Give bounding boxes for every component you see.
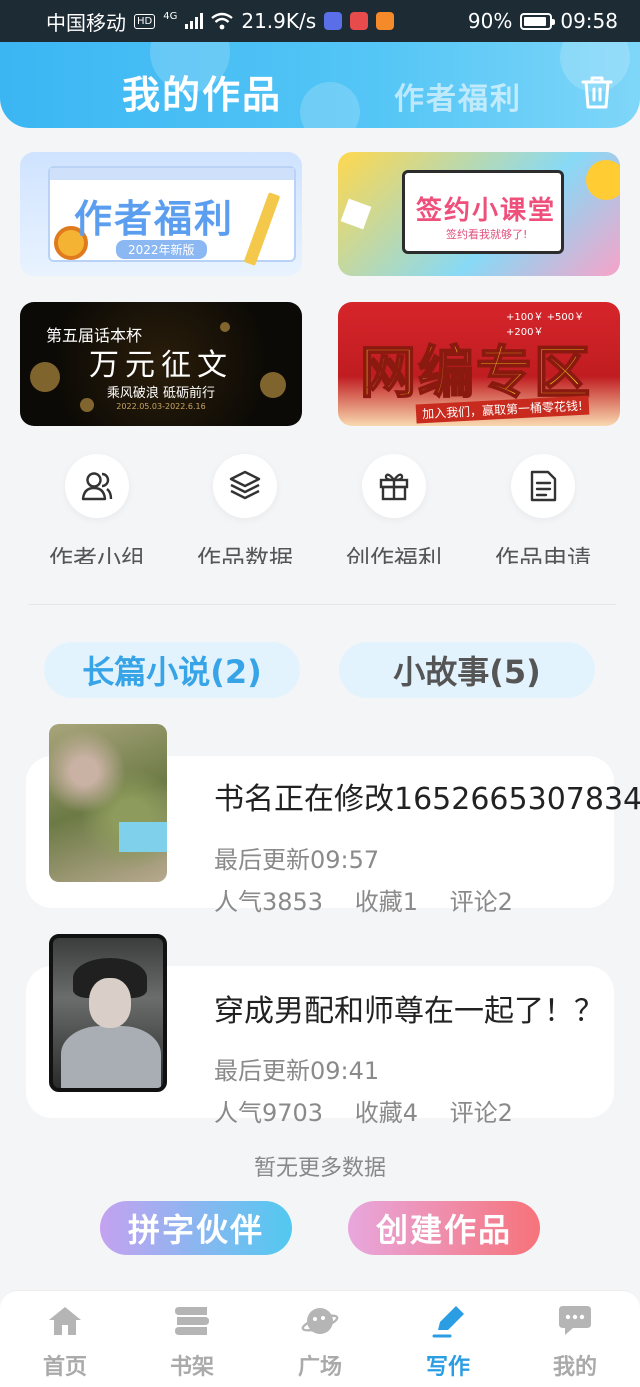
work-stats: 人气3853 收藏1 评论2 bbox=[214, 882, 537, 917]
work-stats: 人气9703 收藏4 评论2 bbox=[214, 1093, 537, 1128]
network-type: 4G bbox=[163, 10, 178, 22]
banner-writing-contest[interactable]: 第五届话本杯 万元征文 乘风破浪 砥砺前行 2022.05.03-2022.6.… bbox=[20, 302, 302, 426]
shortcut-work-data[interactable]: 作品数据 bbox=[185, 454, 305, 564]
mall-app-icon bbox=[350, 12, 369, 30]
tab-short-story[interactable]: 小故事(5) bbox=[339, 642, 595, 698]
banner-title: 作者福利 bbox=[74, 197, 235, 241]
banner-title: 签约小课堂 bbox=[416, 196, 557, 226]
video-app-icon bbox=[376, 12, 395, 30]
banner-subtitle: 签约看我就够了! bbox=[446, 228, 528, 241]
layers-icon bbox=[229, 470, 261, 500]
writing-partner-button[interactable]: 拼字伙伴 bbox=[100, 1201, 292, 1255]
banner-author-welfare[interactable]: 作者福利 2022年新版 bbox=[20, 152, 302, 276]
banner-editor-zone[interactable]: +100￥ +500￥ +200￥ 网编专区 加入我们，赢取第一桶零花钱! bbox=[338, 302, 620, 426]
page-title: 我的作品 bbox=[122, 73, 283, 117]
nav-label: 我的 bbox=[552, 1355, 597, 1380]
banner-signing-class[interactable]: 签约小课堂 签约看我就够了! bbox=[338, 152, 620, 276]
pen-icon bbox=[432, 1306, 464, 1338]
nav-writing[interactable]: 写作 bbox=[393, 1303, 503, 1381]
tab-long-novel[interactable]: 长篇小说(2) bbox=[44, 642, 300, 698]
nav-home[interactable]: 首页 bbox=[10, 1303, 120, 1381]
clock: 09:58 bbox=[560, 9, 618, 33]
shortcut-work-application[interactable]: 作品申请 bbox=[483, 454, 603, 564]
battery-icon bbox=[520, 12, 556, 30]
home-icon bbox=[49, 1307, 81, 1335]
banner-date: 2022.05.03-2022.6.16 bbox=[116, 402, 206, 411]
status-bar: 中国移动 HD 4G 21.9K/s 90% 09:58 bbox=[0, 0, 640, 42]
nav-label: 广场 bbox=[297, 1355, 342, 1380]
banner-subtitle: 2022年新版 bbox=[116, 240, 207, 259]
signal-icon bbox=[185, 13, 204, 29]
shortcut-label: 作品数据 bbox=[197, 545, 293, 564]
shortcut-label: 作品申请 bbox=[495, 545, 591, 564]
work-popularity: 人气9703 bbox=[214, 1099, 324, 1127]
work-title: 书名正在修改1652665307834 bbox=[214, 782, 640, 817]
nav-bookshelf[interactable]: 书架 bbox=[137, 1303, 247, 1381]
planet-icon bbox=[301, 1308, 339, 1334]
bottom-nav: 首页 书架 广场 写作 我的 bbox=[0, 1290, 640, 1387]
work-cover-image[interactable] bbox=[49, 724, 167, 882]
nav-label: 书架 bbox=[169, 1355, 214, 1380]
banner-title: 万元征文 bbox=[89, 348, 233, 383]
music-app-icon bbox=[324, 12, 343, 30]
no-more-data-text: 暂无更多数据 bbox=[253, 1156, 386, 1181]
work-favorites: 收藏1 bbox=[354, 888, 418, 916]
nav-square[interactable]: 广场 bbox=[265, 1303, 375, 1381]
shortcut-label: 创作福利 bbox=[346, 545, 442, 564]
trash-icon[interactable] bbox=[580, 74, 614, 110]
battery-percent: 90% bbox=[467, 9, 513, 33]
nav-mine[interactable]: 我的 bbox=[520, 1303, 630, 1381]
header: 我的作品 作者福利 bbox=[0, 42, 640, 128]
work-comments: 评论2 bbox=[449, 888, 513, 916]
users-icon bbox=[81, 472, 113, 501]
nav-label: 首页 bbox=[42, 1355, 87, 1380]
document-icon bbox=[530, 470, 557, 502]
work-updated: 最后更新09:57 bbox=[214, 846, 380, 874]
shortcut-author-group[interactable]: 作者小组 bbox=[37, 454, 157, 564]
bookshelf-icon bbox=[175, 1307, 209, 1335]
nav-label: 写作 bbox=[425, 1355, 470, 1380]
hd-badge: HD bbox=[134, 13, 156, 29]
shortcut-creation-welfare[interactable]: 创作福利 bbox=[334, 454, 454, 564]
gift-icon bbox=[379, 473, 409, 501]
divider bbox=[28, 604, 616, 605]
work-popularity: 人气3853 bbox=[214, 888, 324, 916]
work-favorites: 收藏4 bbox=[354, 1099, 418, 1127]
work-cover-image[interactable] bbox=[49, 934, 167, 1092]
work-comments: 评论2 bbox=[449, 1099, 513, 1127]
work-title: 穿成男配和师尊在一起了！？ bbox=[214, 994, 604, 1029]
chat-bubble-icon bbox=[559, 1306, 591, 1335]
create-work-button[interactable]: 创建作品 bbox=[348, 1201, 540, 1255]
banner-subtitle: 乘风破浪 砥砺前行 bbox=[106, 386, 216, 401]
tab-author-welfare[interactable]: 作者福利 bbox=[394, 74, 522, 118]
work-updated: 最后更新09:41 bbox=[214, 1057, 380, 1085]
network-speed: 21.9K/s bbox=[241, 9, 317, 33]
carrier-label: 中国移动 bbox=[46, 10, 126, 35]
shortcut-label: 作者小组 bbox=[49, 545, 145, 564]
wifi-icon bbox=[211, 12, 234, 30]
